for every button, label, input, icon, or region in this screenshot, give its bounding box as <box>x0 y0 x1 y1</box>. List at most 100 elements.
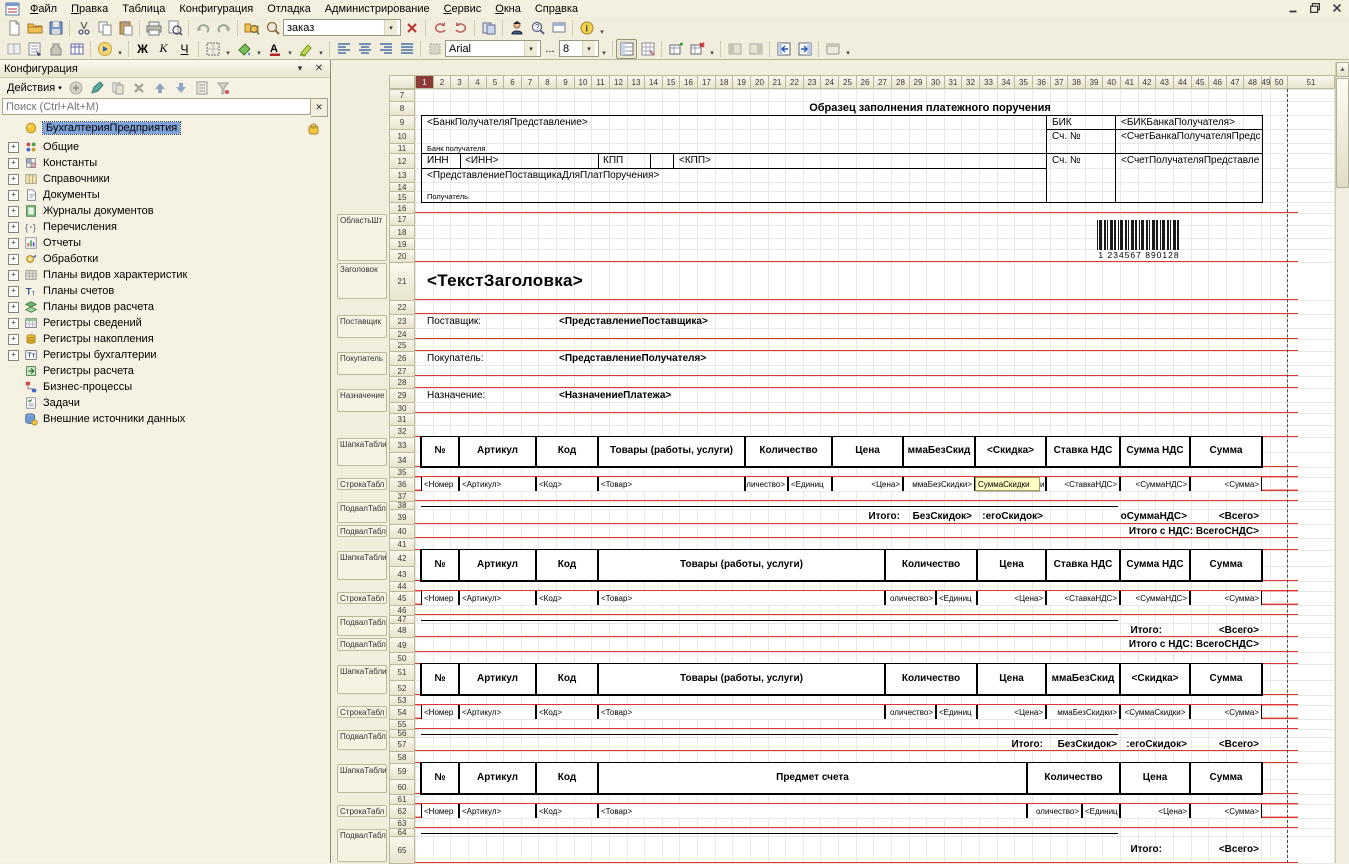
filter-icon[interactable] <box>213 78 234 98</box>
column-header[interactable]: 4 <box>468 75 487 89</box>
fill-bucket-icon[interactable] <box>233 39 254 59</box>
row-header[interactable]: 13 <box>389 168 415 183</box>
tree-item[interactable]: +Общие <box>0 139 330 155</box>
row-header[interactable]: 62 <box>389 804 415 819</box>
sheet-cell[interactable]: <Товар> <box>598 804 1027 818</box>
window-gray-icon[interactable] <box>822 39 843 59</box>
column-header[interactable]: 26 <box>856 75 874 89</box>
sheet-cell[interactable]: Итого: <box>900 623 1165 637</box>
dropdown-arrow-icon[interactable]: ▾ <box>115 41 125 57</box>
print-preview-icon[interactable] <box>164 18 185 38</box>
region-label[interactable]: Поставщик <box>337 315 387 338</box>
row-header[interactable]: 26 <box>389 351 415 366</box>
new-doc-icon[interactable] <box>3 18 24 38</box>
sheet-cell[interactable]: Код <box>536 762 598 794</box>
dropdown-arrow-icon[interactable]: ▾ <box>707 41 717 57</box>
copy-action-icon[interactable] <box>108 78 129 98</box>
region-label[interactable]: ОбластьШт <box>337 214 387 261</box>
delete-icon[interactable] <box>129 78 150 98</box>
save-icon[interactable] <box>45 18 66 38</box>
sheet-cell[interactable]: № <box>421 762 459 794</box>
sheet-cell[interactable]: <Скидка> <box>1120 663 1190 695</box>
search-combo[interactable]: заказ▾ <box>283 19 401 36</box>
sheet-cell[interactable]: СуммаСкидки <box>975 477 1040 491</box>
tree-item[interactable]: Задачи <box>0 395 330 411</box>
column-header[interactable]: 22 <box>785 75 804 89</box>
list-icon[interactable] <box>192 78 213 98</box>
tree-item[interactable]: +Справочники <box>0 171 330 187</box>
sheet-cell[interactable]: <Всего> <box>1190 737 1262 751</box>
sheet-cell[interactable]: <Код> <box>536 705 598 719</box>
sheet-cell[interactable]: Цена <box>1120 762 1190 794</box>
expand-icon[interactable]: + <box>8 142 19 153</box>
row-header[interactable]: 57 <box>389 737 415 752</box>
row-header[interactable]: 34 <box>389 452 415 468</box>
sheet-cell[interactable]: <Единиц <box>936 591 977 605</box>
expand-icon[interactable]: + <box>8 190 19 201</box>
sheet-cell[interactable]: Сумма <box>1190 549 1262 581</box>
sheet-cell[interactable]: <Сумма> <box>1190 477 1262 491</box>
cut-icon[interactable] <box>73 18 94 38</box>
message-box-icon[interactable] <box>548 18 569 38</box>
sheet-cell[interactable]: Код <box>536 663 598 695</box>
sheet-cell[interactable]: <Номер <box>421 477 459 491</box>
expand-icon[interactable]: + <box>8 174 19 185</box>
expand-icon[interactable]: + <box>8 318 19 329</box>
expand-icon[interactable]: + <box>8 222 19 233</box>
sheet-cell[interactable]: № <box>421 663 459 695</box>
tree-item[interactable]: +Планы видов расчета <box>0 299 330 315</box>
sheet-cell[interactable]: Сумма <box>1190 762 1262 794</box>
sheet-cell[interactable]: <СтавкаНДС> <box>1046 477 1120 491</box>
underline-button[interactable]: Ч <box>174 39 195 59</box>
expand-icon[interactable]: + <box>8 238 19 249</box>
row-header[interactable]: 59 <box>389 763 415 780</box>
sheet-cell[interactable]: Код <box>536 549 598 581</box>
menu-item[interactable]: Таблица <box>115 2 172 16</box>
sheet-cell[interactable]: <Номер <box>421 705 459 719</box>
sheet-cell[interactable]: Покупатель: <box>425 351 555 365</box>
sheet-cell[interactable]: ммаБезСкидки> <box>1046 705 1120 719</box>
tree-item[interactable]: +Регистры сведений <box>0 315 330 331</box>
sheet-cell[interactable]: <Цена> <box>977 591 1046 605</box>
sheet-cell[interactable]: Количество <box>745 436 832 467</box>
tree-item[interactable]: +Документы <box>0 187 330 203</box>
column-header[interactable]: 13 <box>627 75 645 89</box>
dropdown-arrow-icon[interactable]: ▾ <box>316 41 326 57</box>
sheet-cell[interactable]: Количество <box>885 663 977 695</box>
font-color-icon[interactable]: A <box>264 39 285 59</box>
pin-icon[interactable]: ▾ <box>293 62 307 75</box>
sheet-cell[interactable]: оличество> <box>885 705 936 719</box>
sheet-cell[interactable]: Итого с НДС: ВсегоСНДС> <box>800 637 1262 652</box>
region-label[interactable]: ШапкаТабли <box>337 551 387 580</box>
sheet-cell[interactable]: <Всего> <box>1190 836 1262 863</box>
region-label[interactable]: ПодвалТабл <box>337 638 387 651</box>
help-magnifier-icon[interactable]: ? <box>527 18 548 38</box>
sheet-cell[interactable]: Сумма <box>1190 436 1262 467</box>
sheet-cell[interactable]: Артикул <box>459 762 536 794</box>
sheet-cell[interactable]: <Товар> <box>598 591 885 605</box>
embed-table-icon[interactable] <box>66 39 87 59</box>
row-header[interactable]: 12 <box>389 153 415 169</box>
region-label[interactable]: ШапкаТабли <box>337 665 387 694</box>
sheet-cell[interactable]: <СтавкаНДС> <box>1046 591 1120 605</box>
column-header[interactable]: 5 <box>486 75 504 89</box>
search-dropdown-icon[interactable]: ▾ <box>384 20 397 35</box>
sheet-cell[interactable]: <Скидка> <box>975 436 1046 467</box>
sheet-cell[interactable]: <Номер <box>421 591 459 605</box>
menu-item[interactable]: Правка <box>64 2 115 16</box>
copy-icon[interactable] <box>94 18 115 38</box>
column-header[interactable]: 33 <box>979 75 998 89</box>
column-header[interactable]: 11 <box>591 75 610 89</box>
row-header[interactable]: 18 <box>389 225 415 239</box>
sheet-cell[interactable]: <Сумма> <box>1190 705 1262 719</box>
actions-button[interactable]: Действия ▾ <box>3 81 66 95</box>
paste-icon[interactable] <box>115 18 136 38</box>
sheet-cell[interactable]: <Всего> <box>1190 623 1262 637</box>
sheet-cell[interactable]: ммаБезСкид <box>1046 663 1120 695</box>
tree-item[interactable]: +Планы видов характеристик <box>0 267 330 283</box>
region-label[interactable]: ПодвалТабл <box>337 616 387 636</box>
region-label[interactable]: Заголовок <box>337 263 387 299</box>
vertical-scrollbar[interactable]: ▲ <box>1335 62 1349 863</box>
minimize-button[interactable] <box>1286 1 1300 14</box>
sheet-cell[interactable]: Итого: <box>850 737 1046 751</box>
